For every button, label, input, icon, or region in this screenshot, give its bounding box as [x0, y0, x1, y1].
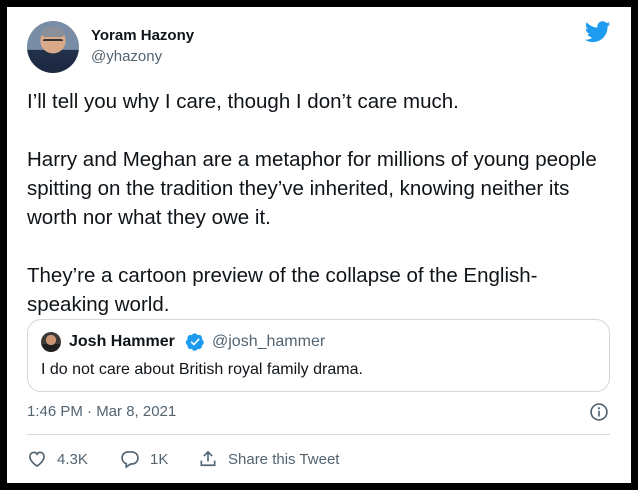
avatar-hair [42, 27, 64, 37]
actions-divider [27, 434, 610, 435]
quoted-author-name: Josh Hammer [69, 333, 175, 350]
reply-count: 1K [150, 450, 169, 468]
quoted-tweet[interactable]: Josh Hammer @josh_hammer I do not care a… [27, 319, 610, 392]
info-icon[interactable] [589, 402, 609, 422]
tweet-paragraph: They’re a cartoon preview of the collaps… [27, 264, 538, 316]
author-name[interactable]: Yoram Hazony [91, 27, 194, 44]
share-button[interactable]: Share this Tweet [198, 448, 339, 470]
heart-icon [29, 451, 45, 468]
reply-button[interactable]: 1K [120, 448, 168, 470]
verified-badge-icon [185, 333, 204, 351]
quoted-author-handle: @josh_hammer [212, 333, 326, 350]
share-label: Share this Tweet [228, 450, 340, 468]
tweet-paragraph: Harry and Meghan are a metaphor for mill… [27, 148, 597, 229]
like-button[interactable]: 4.3K [27, 448, 88, 470]
quoted-author-avatar [41, 332, 61, 352]
tweet-timestamp[interactable]: 1:46 PM · Mar 8, 2021 [27, 403, 176, 420]
tweet-card: Yoram Hazony @yhazony I’ll tell you why … [7, 7, 631, 483]
tweet-body: I’ll tell you why I care, though I don’t… [27, 87, 607, 319]
like-count: 4.3K [57, 450, 88, 468]
avatar-glasses [43, 39, 63, 45]
twitter-bird-icon[interactable] [585, 21, 611, 43]
share-icon [200, 450, 216, 467]
reply-bubble-icon [121, 451, 139, 469]
author-handle[interactable]: @yhazony [91, 48, 162, 65]
author-avatar[interactable] [27, 21, 79, 73]
tweet-paragraph: I’ll tell you why I care, though I don’t… [27, 90, 459, 113]
quoted-tweet-text: I do not care about British royal family… [41, 361, 363, 378]
